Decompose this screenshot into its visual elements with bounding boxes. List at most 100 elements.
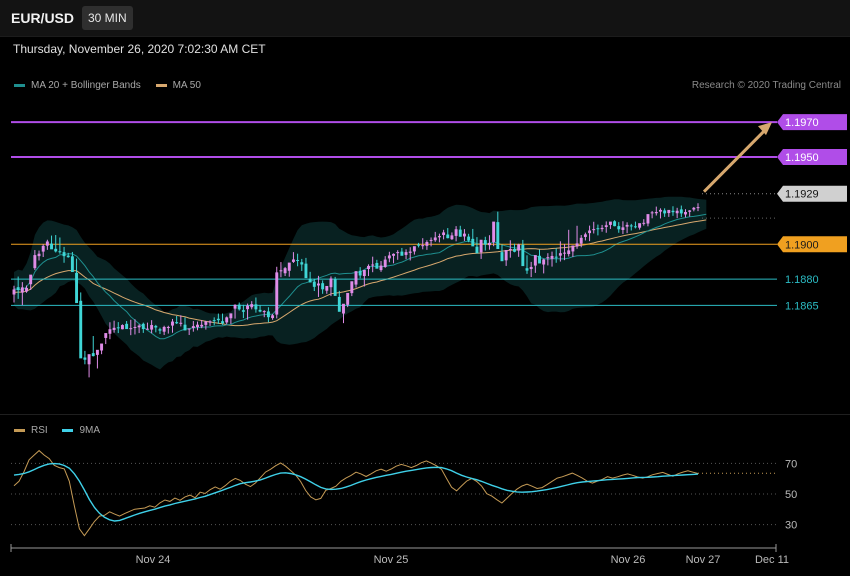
candle-body (12, 289, 16, 295)
candle-body (171, 321, 174, 326)
candle-body (37, 253, 41, 257)
candle-body (442, 232, 446, 236)
candle-body (446, 234, 450, 239)
candle-body (83, 357, 87, 360)
candle-body (129, 328, 133, 330)
candle-body (75, 272, 79, 304)
candle-body (79, 300, 83, 359)
candle-body (425, 242, 429, 246)
candle-body (54, 248, 58, 252)
candle-body (346, 292, 350, 305)
candle-body (342, 303, 345, 314)
candle-body (350, 281, 354, 294)
candle-body (279, 270, 283, 272)
candle-body (62, 252, 66, 257)
candle-body (166, 326, 170, 328)
candle-body (684, 212, 687, 215)
candle-body (175, 322, 179, 324)
candle-body (179, 322, 183, 324)
candle-body (296, 259, 300, 261)
rsi-tick-50: 50 (785, 489, 797, 501)
candle-body (671, 210, 675, 213)
candle-body (383, 259, 387, 267)
level-label-1.1865: 1.1865 (785, 300, 819, 312)
x-tick-label: Nov 27 (686, 554, 721, 566)
candle-body (283, 268, 287, 274)
candle-body (87, 354, 91, 365)
candle-body (50, 243, 53, 250)
candle-body (396, 252, 400, 254)
candle-body (554, 256, 558, 258)
candle-body (246, 305, 250, 310)
candle-body (542, 259, 546, 265)
candle-body (45, 241, 49, 246)
candle-body (150, 325, 154, 330)
candle-body (538, 255, 541, 264)
candle-body (483, 240, 487, 245)
candle-body (158, 329, 162, 331)
candle-body (617, 226, 621, 230)
price-chart[interactable]: 1.1970 1.1950 1.1929 1.1900 1.1880 1.1865 70 50… (0, 0, 850, 576)
candle-body (500, 252, 504, 262)
candle-body (16, 287, 20, 290)
candle-body (546, 257, 550, 259)
candle-body (488, 242, 491, 246)
candle-body (417, 244, 421, 246)
candle-body (654, 212, 658, 214)
candle-body (262, 311, 266, 313)
candle-body (362, 269, 366, 277)
rsi-tick-30: 30 (785, 520, 797, 532)
candle-body (258, 309, 262, 312)
rsi-tick-70: 70 (785, 458, 797, 470)
candle-body (221, 321, 224, 324)
candle-body (291, 259, 295, 262)
candle-body (579, 237, 583, 244)
candle-body (400, 251, 404, 256)
top-separator (0, 36, 850, 37)
candle-body (333, 279, 337, 296)
candle-body (229, 313, 233, 319)
candle-body (646, 214, 650, 224)
candle-body (408, 251, 412, 253)
candle-body (525, 268, 529, 271)
candle-body (33, 255, 37, 269)
candle-body (575, 243, 579, 247)
candle-body (608, 221, 612, 225)
candle-body (308, 278, 312, 283)
candle-body (241, 310, 245, 312)
candle-body (329, 278, 333, 288)
candle-body (237, 304, 241, 310)
candle-body (250, 304, 254, 308)
candle-body (433, 237, 437, 241)
candle-body (41, 245, 45, 252)
candle-body (116, 327, 120, 329)
candle-body (66, 255, 70, 258)
candle-body (533, 255, 537, 266)
x-tick-label: Nov 25 (374, 554, 409, 566)
candle-body (508, 248, 512, 250)
level-label-1.1929: 1.1929 (785, 189, 819, 201)
candle-body (571, 245, 575, 252)
candle-body (254, 304, 258, 310)
candle-body (375, 262, 379, 269)
candle-body (596, 228, 600, 230)
candle-body (592, 229, 596, 231)
candle-body (479, 239, 483, 253)
x-tick-label: Nov 24 (136, 554, 171, 566)
x-tick-label: Nov 26 (611, 554, 646, 566)
candle-body (558, 253, 562, 256)
candle-body (300, 262, 304, 265)
target-arrow (702, 128, 768, 193)
candle-body (633, 226, 637, 228)
candle-body (412, 246, 416, 252)
candle-body (392, 253, 395, 256)
candle-body (325, 285, 329, 291)
candle-body (183, 324, 187, 331)
candle-body (200, 324, 204, 327)
candle-body (20, 287, 24, 293)
candle-body (550, 255, 554, 259)
candle-body (133, 326, 137, 328)
candle-body (137, 325, 141, 328)
candle-body (271, 315, 275, 319)
candle-body (387, 255, 391, 259)
